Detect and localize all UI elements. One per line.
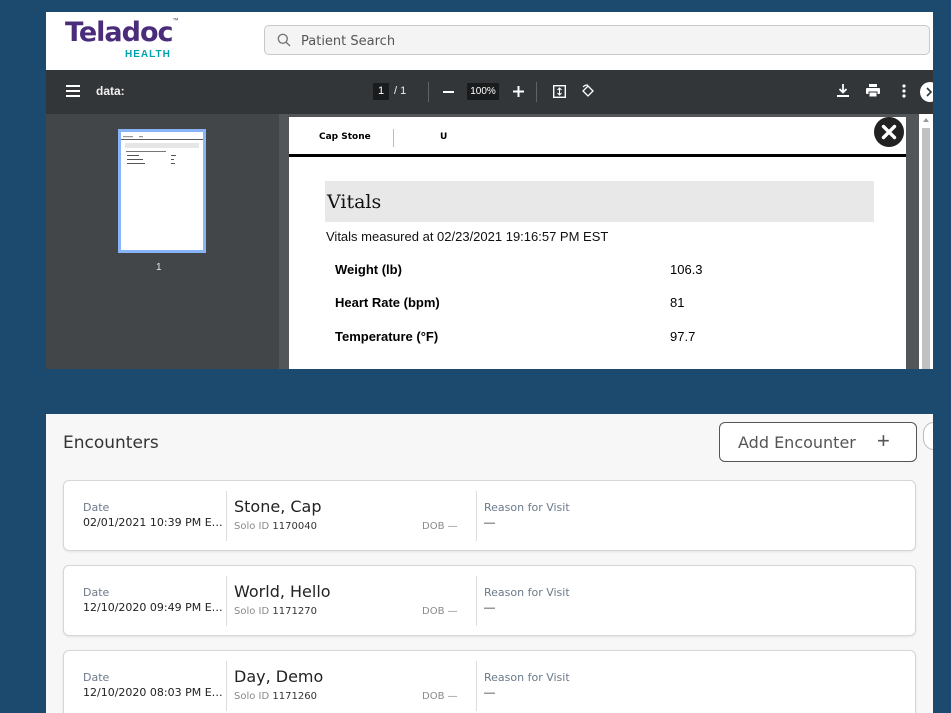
patient-name: Day, Demo bbox=[234, 667, 324, 686]
add-encounter-button[interactable]: Add Encounter + bbox=[719, 422, 917, 462]
reason-value: — bbox=[484, 687, 495, 699]
zoom-out-icon[interactable] bbox=[443, 91, 454, 93]
card-divider bbox=[476, 661, 477, 711]
date-label: Date bbox=[83, 586, 110, 599]
page-header: Cap Stone U bbox=[289, 117, 906, 157]
search-icon bbox=[277, 33, 291, 47]
vital-label-heart-rate: Heart Rate (bpm) bbox=[335, 295, 440, 310]
encounters-panel: Encounters Add Encounter + Date 02/01/20… bbox=[46, 414, 933, 713]
print-icon[interactable] bbox=[866, 84, 880, 97]
card-divider bbox=[476, 491, 477, 541]
logo-subtext: HEALTH bbox=[125, 49, 171, 60]
toolbar-divider bbox=[536, 82, 537, 102]
page-number-input[interactable]: 1 bbox=[373, 83, 389, 100]
vital-value-heart-rate: 81 bbox=[670, 295, 685, 310]
chevron-right-icon[interactable] bbox=[919, 82, 933, 102]
rotate-icon[interactable] bbox=[581, 84, 595, 98]
encounter-date: 12/10/2020 09:49 PM EST bbox=[83, 601, 223, 614]
close-pdf-button[interactable] bbox=[874, 117, 904, 147]
dob: DOB — bbox=[422, 606, 458, 617]
zoom-level-input[interactable]: 100% bbox=[467, 83, 499, 100]
vital-value-temperature: 97.7 bbox=[670, 329, 696, 344]
encounters-title: Encounters bbox=[63, 433, 159, 453]
solo-id-value: 1170040 bbox=[272, 521, 317, 532]
encounter-card[interactable]: Date 12/10/2020 08:03 PM EST Day, Demo S… bbox=[63, 650, 916, 713]
vitals-section-header bbox=[325, 181, 874, 222]
solo-id: Solo ID 1171260 bbox=[234, 691, 317, 702]
logo-text: Teladoc bbox=[65, 17, 173, 48]
reason-label: Reason for Visit bbox=[484, 586, 570, 599]
download-icon[interactable] bbox=[837, 84, 849, 97]
solo-id: Solo ID 1171270 bbox=[234, 606, 317, 617]
toolbar-divider bbox=[428, 82, 429, 102]
more-options-icon[interactable] bbox=[902, 84, 906, 98]
encounter-date: 12/10/2020 08:03 PM EST bbox=[83, 686, 223, 699]
thumbnail-page-label: 1 bbox=[156, 262, 162, 273]
encounter-date: 02/01/2021 10:39 PM EST bbox=[83, 516, 223, 529]
panel-close-icon[interactable] bbox=[923, 422, 933, 450]
page-header-field: U bbox=[440, 132, 448, 142]
zoom-in-icon[interactable] bbox=[513, 86, 524, 97]
solo-id-prefix: Solo ID bbox=[234, 691, 270, 702]
plus-icon: + bbox=[877, 428, 890, 453]
pdf-filename: data: bbox=[96, 84, 125, 98]
solo-id: Solo ID 1170040 bbox=[234, 521, 317, 532]
patient-search-box[interactable] bbox=[264, 25, 930, 56]
encounter-card[interactable]: Date 02/01/2021 10:39 PM EST Stone, Cap … bbox=[63, 480, 916, 551]
vital-label-temperature: Temperature (°F) bbox=[335, 329, 439, 344]
thumbnail-preview bbox=[121, 136, 203, 164]
menu-icon[interactable] bbox=[66, 85, 80, 97]
card-divider bbox=[476, 576, 477, 626]
teladoc-logo[interactable]: Teladoc™ HEALTH bbox=[65, 18, 185, 64]
reason-label: Reason for Visit bbox=[484, 671, 570, 684]
page-header-divider bbox=[393, 129, 394, 147]
vitals-measured-text: Vitals measured at 02/23/2021 19:16:57 P… bbox=[326, 229, 609, 244]
date-label: Date bbox=[83, 671, 110, 684]
vital-value-weight: 106.3 bbox=[670, 262, 703, 277]
card-divider bbox=[226, 576, 227, 626]
patient-search-input[interactable] bbox=[299, 26, 903, 56]
pdf-document-area: Cap Stone U Vitals Vitals measured at 02… bbox=[279, 114, 933, 369]
page-thumbnail[interactable] bbox=[118, 129, 206, 253]
reason-label: Reason for Visit bbox=[484, 501, 570, 514]
card-divider bbox=[226, 661, 227, 711]
solo-id-prefix: Solo ID bbox=[234, 606, 270, 617]
date-label: Date bbox=[83, 501, 110, 514]
scroll-up-icon[interactable] bbox=[919, 114, 933, 126]
close-icon bbox=[881, 124, 897, 140]
dob: DOB — bbox=[422, 691, 458, 702]
patient-name: Stone, Cap bbox=[234, 497, 322, 516]
page-header-patient-name: Cap Stone bbox=[319, 132, 371, 142]
reason-value: — bbox=[484, 517, 495, 529]
fit-to-page-icon[interactable] bbox=[553, 85, 566, 98]
solo-id-value: 1171270 bbox=[272, 606, 317, 617]
reason-value: — bbox=[484, 602, 495, 614]
solo-id-prefix: Solo ID bbox=[234, 521, 270, 532]
pdf-toolbar: data: 1 / 1 100% bbox=[46, 70, 933, 114]
logo-trademark-icon: ™ bbox=[172, 18, 179, 24]
vital-label-weight: Weight (lb) bbox=[335, 262, 402, 277]
pdf-viewer-panel: Teladoc™ HEALTH data: 1 / 1 100% bbox=[46, 12, 933, 369]
app-header: Teladoc™ HEALTH bbox=[46, 12, 933, 70]
scrollbar-thumb[interactable] bbox=[922, 128, 930, 369]
card-divider bbox=[226, 491, 227, 541]
vitals-title: Vitals bbox=[327, 191, 382, 213]
dob: DOB — bbox=[422, 521, 458, 532]
pdf-page: Cap Stone U Vitals Vitals measured at 02… bbox=[289, 117, 906, 369]
encounter-card[interactable]: Date 12/10/2020 09:49 PM EST World, Hell… bbox=[63, 565, 916, 636]
solo-id-value: 1171260 bbox=[272, 691, 317, 702]
add-encounter-label: Add Encounter bbox=[738, 433, 856, 452]
patient-name: World, Hello bbox=[234, 582, 331, 601]
pdf-scrollbar[interactable] bbox=[919, 114, 933, 369]
page-total: / 1 bbox=[394, 85, 407, 97]
pdf-thumbnail-sidebar: 1 bbox=[46, 114, 279, 369]
